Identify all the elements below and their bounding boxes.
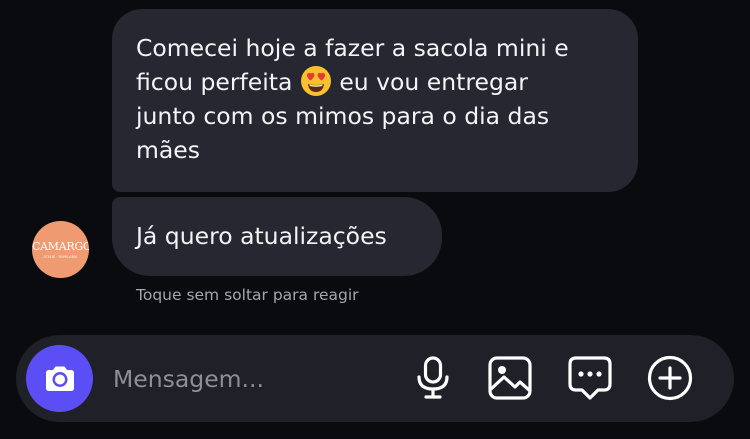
- sticker-chat-button[interactable]: [565, 353, 615, 403]
- message-composer: [16, 335, 734, 422]
- avatar[interactable]: CAMARGO ATELIÊ · PAPELARIA: [32, 221, 89, 278]
- gallery-button[interactable]: [485, 353, 535, 403]
- plus-circle-icon: [647, 355, 693, 401]
- microphone-button[interactable]: [408, 353, 458, 403]
- message-bubble[interactable]: Já quero atualizações: [112, 197, 442, 276]
- avatar-subtitle: ATELIÊ · PAPELARIA: [43, 255, 78, 259]
- avatar-brand-text: CAMARGO: [32, 240, 89, 253]
- chat-dots-icon: [568, 356, 612, 400]
- heart-eyes-emoji: [300, 66, 331, 96]
- add-button[interactable]: [645, 353, 695, 403]
- microphone-icon: [417, 356, 449, 399]
- message-bubble[interactable]: Comecei hoje a fazer a sacola mini e fic…: [112, 9, 638, 192]
- image-icon: [488, 356, 532, 400]
- camera-button[interactable]: [26, 345, 93, 412]
- message-text: Já quero atualizações: [136, 222, 387, 250]
- message-input[interactable]: [113, 361, 383, 397]
- reaction-hint: Toque sem soltar para reagir: [136, 286, 359, 304]
- camera-icon: [45, 366, 74, 391]
